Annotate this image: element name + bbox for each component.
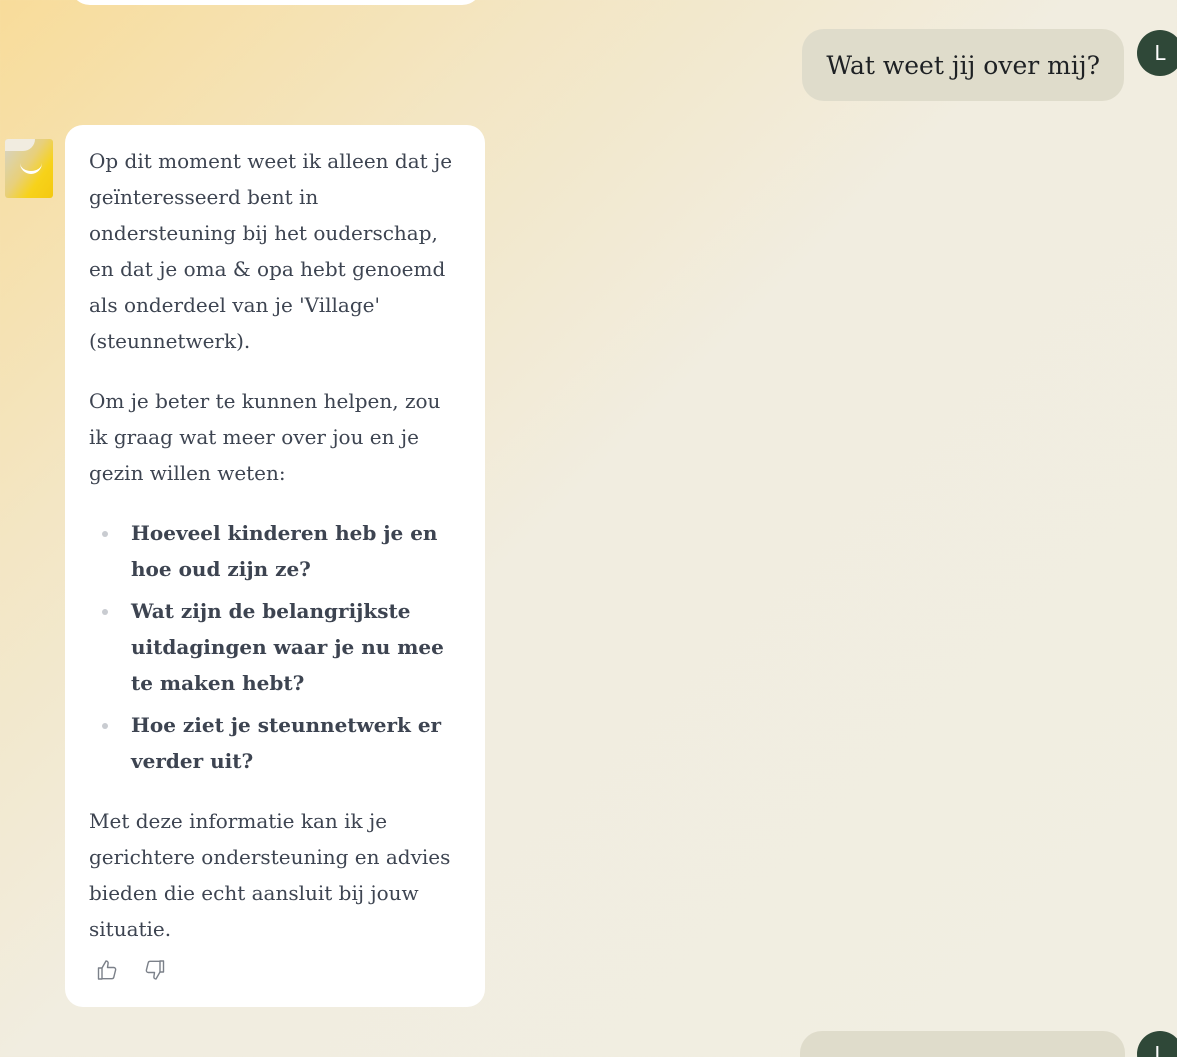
thumbs-up-icon (97, 960, 117, 980)
assistant-avatar (5, 139, 53, 198)
assistant-paragraph-intro: Op dit moment weet ik alleen dat je geïn… (89, 149, 453, 353)
user-avatar: L (1137, 1031, 1177, 1057)
thumbs-up-button[interactable] (94, 957, 120, 983)
question-list-item: Hoe ziet je steunnetwerk er verder uit? (102, 707, 461, 779)
question-list-item: Wat zijn de belangrijkste uitdagingen wa… (102, 593, 461, 701)
question-list-item: Hoeveel kinderen heb je en hoe oud zijn … (102, 515, 461, 587)
user-message-text: Wat weet jij over mij? (826, 50, 1100, 80)
user-avatar-initial: L (1154, 41, 1166, 65)
user-avatar: L (1137, 30, 1177, 76)
thumbs-down-icon (145, 960, 165, 980)
feedback-bar (94, 957, 168, 983)
assistant-avatar-notch (5, 139, 35, 151)
thumbs-down-button[interactable] (142, 957, 168, 983)
smile-icon (20, 163, 42, 174)
user-avatar-initial: L (1154, 1042, 1166, 1057)
user-message-bubble: Wat weet jij over mij? (802, 29, 1124, 101)
assistant-paragraph-closing: Met deze informatie kan ik je gerichtere… (89, 809, 451, 941)
assistant-message-bubble: Op dit moment weet ik alleen dat je geïn… (65, 125, 485, 1007)
next-user-message-bubble (800, 1031, 1125, 1057)
question-list: Hoeveel kinderen heb je en hoe oud zijn … (89, 515, 461, 779)
assistant-paragraph-request: Om je beter te kunnen helpen, zou ik gra… (89, 389, 441, 485)
previous-message-bubble (70, 0, 482, 5)
